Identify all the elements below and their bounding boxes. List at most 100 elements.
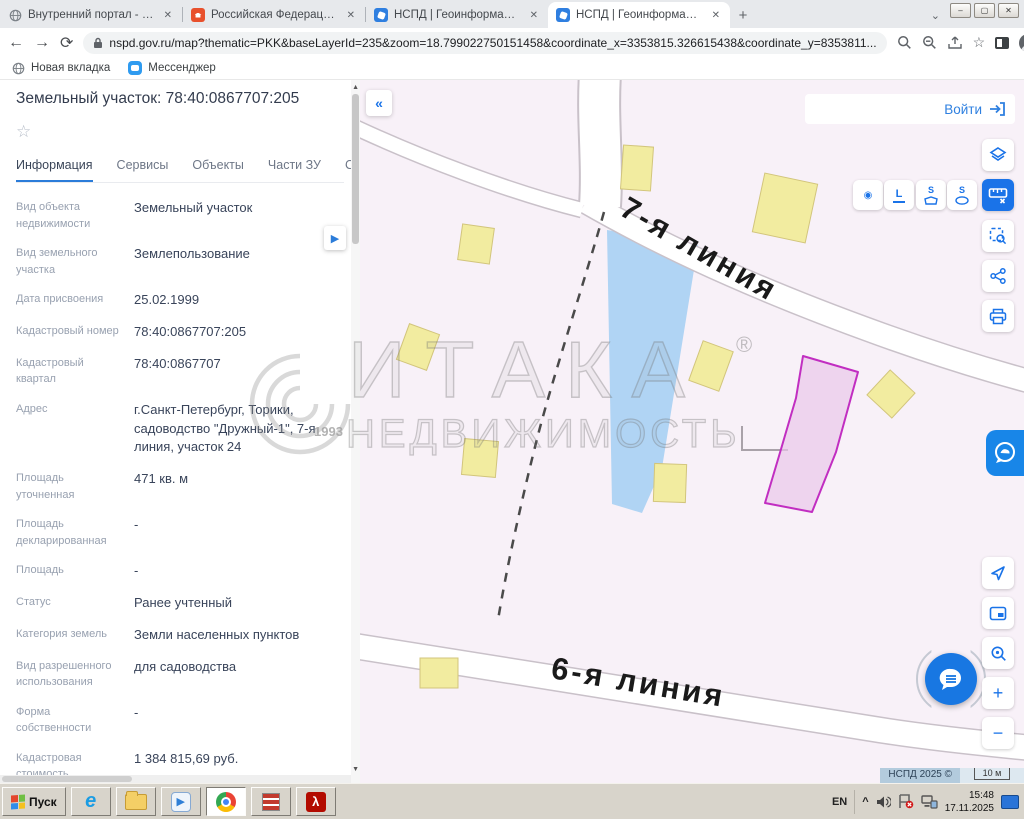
scale-label: 10 м bbox=[974, 768, 1011, 780]
select-area-search-button[interactable] bbox=[982, 220, 1014, 252]
panel-tabs-scroll-right-button[interactable]: ▶ bbox=[324, 226, 346, 250]
point-icon: ◉ bbox=[864, 190, 873, 201]
info-value: 25.02.1999 bbox=[134, 291, 342, 310]
table-row: Вид разрешенного использованиядля садово… bbox=[16, 658, 342, 691]
show-desktop-icon[interactable] bbox=[1001, 795, 1019, 809]
location-search-icon bbox=[990, 645, 1007, 662]
volume-icon[interactable] bbox=[876, 795, 891, 809]
taskbar-explorer-button[interactable] bbox=[116, 787, 156, 816]
bookmark-new-tab[interactable]: Новая вкладка bbox=[12, 62, 110, 75]
tab-close-icon[interactable]: ✕ bbox=[710, 10, 722, 21]
info-value: 78:40:0867707 bbox=[134, 355, 342, 388]
language-indicator[interactable]: EN bbox=[832, 796, 847, 808]
tab-close-icon[interactable]: ✕ bbox=[528, 10, 540, 21]
locate-me-button[interactable] bbox=[982, 557, 1014, 589]
start-button[interactable]: Пуск bbox=[2, 787, 66, 816]
tab-parts[interactable]: Части ЗУ bbox=[268, 158, 321, 182]
collapse-panel-button[interactable]: « bbox=[366, 90, 392, 116]
new-tab-button[interactable]: + bbox=[730, 2, 756, 28]
measure-point-button[interactable]: ◉ bbox=[853, 180, 883, 210]
map-attribution: НСПД 2025 © 10 м bbox=[880, 768, 1024, 783]
network-icon[interactable] bbox=[921, 795, 938, 809]
system-tray: EN ^ 15:48 17.11.2025 bbox=[832, 789, 1022, 815]
taskbar-mediaplayer-button[interactable]: ▶ bbox=[161, 787, 201, 816]
taskbar-spreadsheet-button[interactable] bbox=[251, 787, 291, 816]
search-icon[interactable] bbox=[897, 35, 912, 50]
taskbar: Пуск e ▶ λ EN ^ 15:48 17.11.2025 bbox=[0, 783, 1024, 819]
measure-area-ellipse-button[interactable]: S bbox=[947, 180, 977, 210]
chrome-icon bbox=[216, 792, 236, 812]
info-value: - bbox=[134, 516, 342, 549]
address-bar[interactable]: nspd.gov.ru/map?thematic=PKK&baseLayerId… bbox=[83, 32, 886, 54]
tray-chevron-icon[interactable]: ^ bbox=[862, 796, 868, 808]
browser-toolbar: ← → ⟳ nspd.gov.ru/map?thematic=PKK&baseL… bbox=[0, 28, 1024, 57]
tab-information[interactable]: Информация bbox=[16, 158, 93, 182]
windows-logo-icon bbox=[11, 794, 25, 809]
window-close-button[interactable]: ✕ bbox=[998, 3, 1019, 18]
window-minimize-button[interactable]: – bbox=[950, 3, 971, 18]
panel-horizontal-scrollbar[interactable] bbox=[0, 775, 351, 783]
scroll-down-icon[interactable]: ▼ bbox=[352, 766, 359, 773]
favorite-star-icon[interactable]: ☆ bbox=[16, 122, 360, 142]
taskbar-ie-button[interactable]: e bbox=[71, 787, 111, 816]
tab-list-chevron-icon[interactable]: ⌄ bbox=[931, 9, 950, 28]
scroll-up-icon[interactable]: ▲ bbox=[352, 84, 359, 91]
bookmark-messenger[interactable]: Мессенджер bbox=[128, 61, 216, 75]
chat-bubble-icon bbox=[938, 667, 964, 691]
globe-favicon-icon bbox=[8, 8, 22, 22]
acrobat-icon: λ bbox=[306, 792, 326, 812]
url-text: nspd.gov.ru/map?thematic=PKK&baseLayerId… bbox=[109, 36, 876, 50]
back-icon[interactable]: ← bbox=[8, 34, 24, 52]
mini-map-button[interactable] bbox=[982, 597, 1014, 629]
zoom-out-button[interactable]: − bbox=[982, 717, 1014, 749]
zoom-out-search-icon[interactable] bbox=[922, 35, 937, 50]
clock[interactable]: 15:48 17.11.2025 bbox=[945, 789, 994, 815]
table-row: Вид земельного участкаЗемлепользование bbox=[16, 245, 342, 278]
browser-tab-1[interactable]: Внутренний портал - Домашняя ✕ bbox=[0, 2, 182, 28]
profile-avatar[interactable] bbox=[1019, 34, 1024, 52]
share-icon[interactable] bbox=[947, 36, 963, 50]
bookmark-star-icon[interactable]: ☆ bbox=[973, 34, 986, 51]
panel-tabs: Информация Сервисы Объекты Части ЗУ Сост… bbox=[16, 158, 344, 183]
share-map-button[interactable] bbox=[982, 260, 1014, 292]
tab-close-icon[interactable]: ✕ bbox=[345, 10, 357, 21]
tab-services[interactable]: Сервисы bbox=[117, 158, 169, 182]
parcel-info-panel: Земельный участок: 78:40:0867707:205 ☆ И… bbox=[0, 80, 360, 783]
login-box[interactable]: Войти bbox=[805, 94, 1015, 124]
panel-vertical-scrollbar[interactable]: ▲ ▼ bbox=[351, 80, 360, 783]
globe-icon bbox=[12, 62, 25, 75]
browser-tab-2[interactable]: Российская Федерация, Ленингра ✕ bbox=[183, 2, 365, 28]
info-label: Адрес bbox=[16, 401, 134, 458]
info-label: Площадь декларированная bbox=[16, 516, 134, 549]
scale-bar: 10 м bbox=[960, 768, 1024, 783]
refresh-icon[interactable]: ⟳ bbox=[60, 33, 73, 53]
table-row: Площадь декларированная- bbox=[16, 516, 342, 549]
browser-tab-4-active[interactable]: НСПД | Геоинформационный пор ✕ bbox=[548, 2, 730, 28]
taskbar-chrome-button-active[interactable] bbox=[206, 787, 246, 816]
tab-objects[interactable]: Объекты bbox=[192, 158, 244, 182]
measure-area-polygon-button[interactable]: S bbox=[916, 180, 946, 210]
zoom-in-button[interactable]: + bbox=[982, 677, 1014, 709]
measure-length-button[interactable]: L bbox=[884, 180, 914, 210]
start-label: Пуск bbox=[29, 795, 57, 809]
support-chat-tab[interactable] bbox=[986, 430, 1024, 476]
measure-ruler-button-active[interactable] bbox=[982, 179, 1014, 211]
table-row: Адресг.Санкт-Петербург, Торики, садоводс… bbox=[16, 401, 342, 458]
table-row: Дата присвоения25.02.1999 bbox=[16, 291, 342, 310]
chat-fab-button[interactable] bbox=[925, 653, 977, 705]
info-value: г.Санкт-Петербург, Торики, садоводство "… bbox=[134, 401, 342, 458]
tab-close-icon[interactable]: ✕ bbox=[162, 10, 174, 21]
browser-tab-3[interactable]: НСПД | Геоинформационный пор ✕ bbox=[366, 2, 548, 28]
forward-icon[interactable]: → bbox=[34, 34, 50, 52]
table-row: Категория земельЗемли населенных пунктов bbox=[16, 626, 342, 645]
scrollbar-thumb[interactable] bbox=[2, 776, 132, 782]
window-maximize-button[interactable]: ▢ bbox=[974, 3, 995, 18]
side-panel-icon[interactable] bbox=[995, 37, 1009, 49]
layers-button[interactable] bbox=[982, 139, 1014, 171]
search-on-map-button[interactable] bbox=[982, 637, 1014, 669]
taskbar-acrobat-button[interactable]: λ bbox=[296, 787, 336, 816]
scrollbar-thumb[interactable] bbox=[352, 94, 359, 244]
print-button[interactable] bbox=[982, 300, 1014, 332]
browser-tab-strip: Внутренний портал - Домашняя ✕ Российска… bbox=[0, 0, 1024, 28]
action-center-flag-icon[interactable] bbox=[898, 794, 914, 809]
